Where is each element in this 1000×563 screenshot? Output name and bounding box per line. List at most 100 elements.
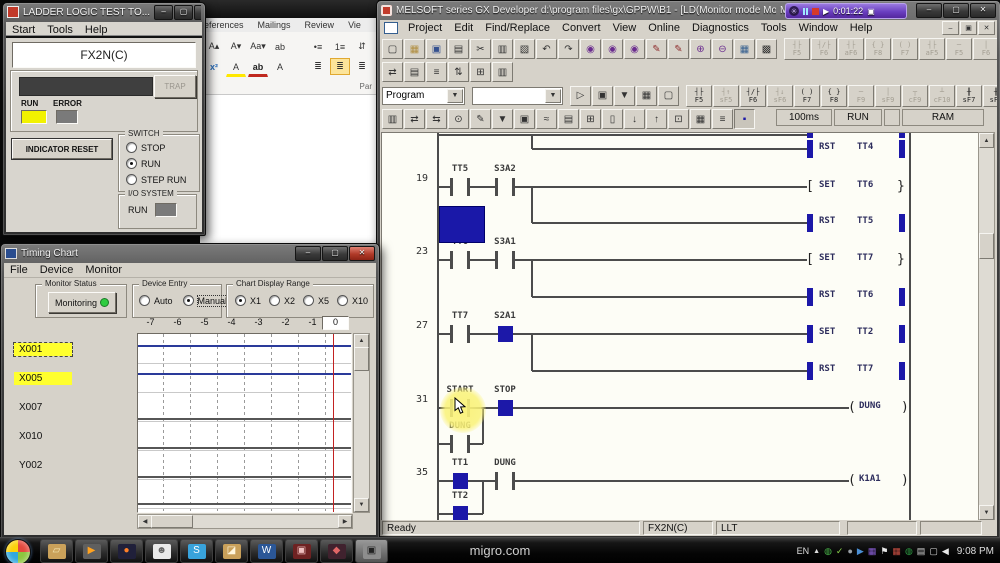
- menu-item[interactable]: File: [4, 263, 34, 277]
- messenger[interactable]: ☻: [145, 539, 178, 563]
- toolbar-button[interactable]: ✎: [646, 39, 667, 59]
- mdi-restore-button[interactable]: ▣: [960, 21, 977, 35]
- ladder-symbol-button[interactable]: ┤/├F6: [811, 38, 837, 60]
- ribbon-tab[interactable]: Review: [305, 20, 335, 30]
- ladder-symbol-button[interactable]: ( )F7: [794, 85, 820, 107]
- X010[interactable]: X010: [6, 428, 136, 457]
- list-tool-button[interactable]: 1≡: [330, 38, 350, 55]
- display[interactable]: ▢: [929, 546, 938, 556]
- output-bracket-end[interactable]: [899, 362, 905, 380]
- toolbar-button[interactable]: ⊞: [580, 109, 601, 129]
- ladder-symbol-button[interactable]: ┬cF9: [902, 85, 928, 107]
- play-icon[interactable]: ▶: [823, 7, 829, 16]
- menu-item[interactable]: View: [607, 21, 643, 35]
- contact[interactable]: [450, 251, 453, 269]
- scroll-down-icon[interactable]: ▼: [979, 505, 994, 520]
- toolbar-button[interactable]: ⇄: [382, 62, 403, 82]
- switch-radio[interactable]: RUN: [126, 158, 186, 169]
- output-bracket[interactable]: [807, 325, 813, 343]
- toolbar-button[interactable]: ⊙: [448, 109, 469, 129]
- toolbar-button[interactable]: ▤: [448, 39, 469, 59]
- toolbar-button[interactable]: ⊕: [690, 39, 711, 59]
- toolbar-button[interactable]: ↓: [624, 109, 645, 129]
- font-tool-button[interactable]: x²: [204, 58, 224, 75]
- list-tool-button[interactable]: ⇵: [352, 38, 372, 55]
- start-button[interactable]: [5, 539, 31, 563]
- output-bracket[interactable]: [: [806, 178, 814, 195]
- contact[interactable]: [495, 251, 498, 269]
- menu-item[interactable]: Monitor: [79, 263, 128, 277]
- close-button[interactable]: ✕: [970, 3, 996, 18]
- ribbon-tab[interactable]: Vie: [348, 20, 361, 30]
- output-bracket-end[interactable]: }: [897, 251, 905, 268]
- coil-close[interactable]: ): [901, 472, 909, 489]
- scroll-up-icon[interactable]: ▲: [979, 133, 994, 148]
- range-radio[interactable]: X5: [303, 295, 329, 306]
- output-bracket-end[interactable]: [899, 140, 905, 158]
- device-entry-radio[interactable]: Manual: [183, 295, 228, 306]
- maximize-button[interactable]: ▢: [943, 3, 969, 18]
- close-button[interactable]: ✕: [349, 246, 375, 261]
- maximize-button[interactable]: ▢: [322, 246, 348, 261]
- contact[interactable]: [467, 178, 470, 196]
- output-bracket[interactable]: [807, 140, 813, 158]
- app-red-1[interactable]: ▣: [285, 539, 318, 563]
- menu-item[interactable]: Tools: [41, 23, 79, 37]
- toolbar-button[interactable]: ✂: [470, 39, 491, 59]
- toolbar-button[interactable]: ↑: [646, 109, 667, 129]
- contact[interactable]: [467, 251, 470, 269]
- ladder-symbol-button[interactable]: ╫sF7: [956, 85, 982, 107]
- range-radio[interactable]: X10: [337, 295, 368, 306]
- purple-app[interactable]: ▦: [868, 546, 877, 556]
- output-bracket-end[interactable]: [899, 325, 905, 343]
- gx-titlebar[interactable]: MELSOFT series GX Developer d:\program f…: [381, 1, 996, 19]
- font-tool-button[interactable]: ab: [248, 58, 268, 77]
- switch-radio[interactable]: STEP RUN: [126, 174, 186, 185]
- chevron-down-icon[interactable]: ▼: [545, 89, 561, 103]
- toolbar-button[interactable]: ▥: [492, 62, 513, 82]
- coil-open[interactable]: (: [848, 399, 856, 416]
- menu-item[interactable]: Convert: [556, 21, 607, 35]
- menu-item[interactable]: Diagnostics: [686, 21, 755, 35]
- minimize-button[interactable]: –: [154, 5, 173, 20]
- ladder-symbol-button[interactable]: ┤/├F6: [740, 85, 766, 107]
- app-red-2[interactable]: ◆: [320, 539, 353, 563]
- pause-icon[interactable]: [803, 8, 808, 15]
- signal-label[interactable]: X010: [14, 430, 47, 443]
- toolbar-button[interactable]: ▷: [570, 86, 591, 106]
- menu-item[interactable]: Project: [402, 21, 448, 35]
- word[interactable]: W: [250, 539, 283, 563]
- globe-green[interactable]: ◍: [905, 546, 913, 556]
- toolbar-button[interactable]: ⊞: [470, 62, 491, 82]
- font-tool-button[interactable]: Aa▾: [248, 38, 268, 55]
- output-bracket[interactable]: [807, 214, 813, 232]
- explorer[interactable]: ▱: [40, 539, 73, 563]
- contact[interactable]: [512, 178, 515, 196]
- ladder-symbol-button[interactable]: ─F5: [946, 38, 972, 60]
- gx-active[interactable]: ▣: [355, 539, 388, 563]
- menu-item[interactable]: Find/Replace: [479, 21, 556, 35]
- clock[interactable]: 9:08 PM: [957, 546, 994, 557]
- recorder-panel-icon[interactable]: ▣: [867, 7, 875, 16]
- contact-energized[interactable]: [498, 400, 513, 416]
- toolbar-button[interactable]: ≡: [712, 109, 733, 129]
- ladder-symbol-button[interactable]: │sF9: [875, 85, 901, 107]
- toolbar-button[interactable]: ⊖: [712, 39, 733, 59]
- signal-label[interactable]: Y002: [14, 459, 47, 472]
- output-bracket[interactable]: [: [806, 251, 814, 268]
- toolbar-button[interactable]: ▦: [636, 86, 657, 106]
- scroll-down-icon[interactable]: ▼: [354, 498, 369, 512]
- net-green[interactable]: ◍: [824, 546, 832, 556]
- ladder-symbol-button[interactable]: ┤├aF5: [919, 38, 945, 60]
- scroll-thumb[interactable]: [354, 347, 369, 371]
- toolbar-button[interactable]: ▤: [558, 109, 579, 129]
- scroll-thumb[interactable]: [151, 515, 193, 528]
- menu-item[interactable]: Window: [793, 21, 844, 35]
- mdi-close-button[interactable]: ✕: [978, 21, 995, 35]
- menu-item[interactable]: Edit: [448, 21, 479, 35]
- ladder-symbol-button[interactable]: ╫sF8: [983, 85, 997, 107]
- mdi-minimize-button[interactable]: –: [942, 21, 959, 35]
- signal-label[interactable]: X007: [14, 401, 47, 414]
- contact-energized[interactable]: [453, 473, 468, 489]
- toolbar-button[interactable]: ◉: [580, 39, 601, 59]
